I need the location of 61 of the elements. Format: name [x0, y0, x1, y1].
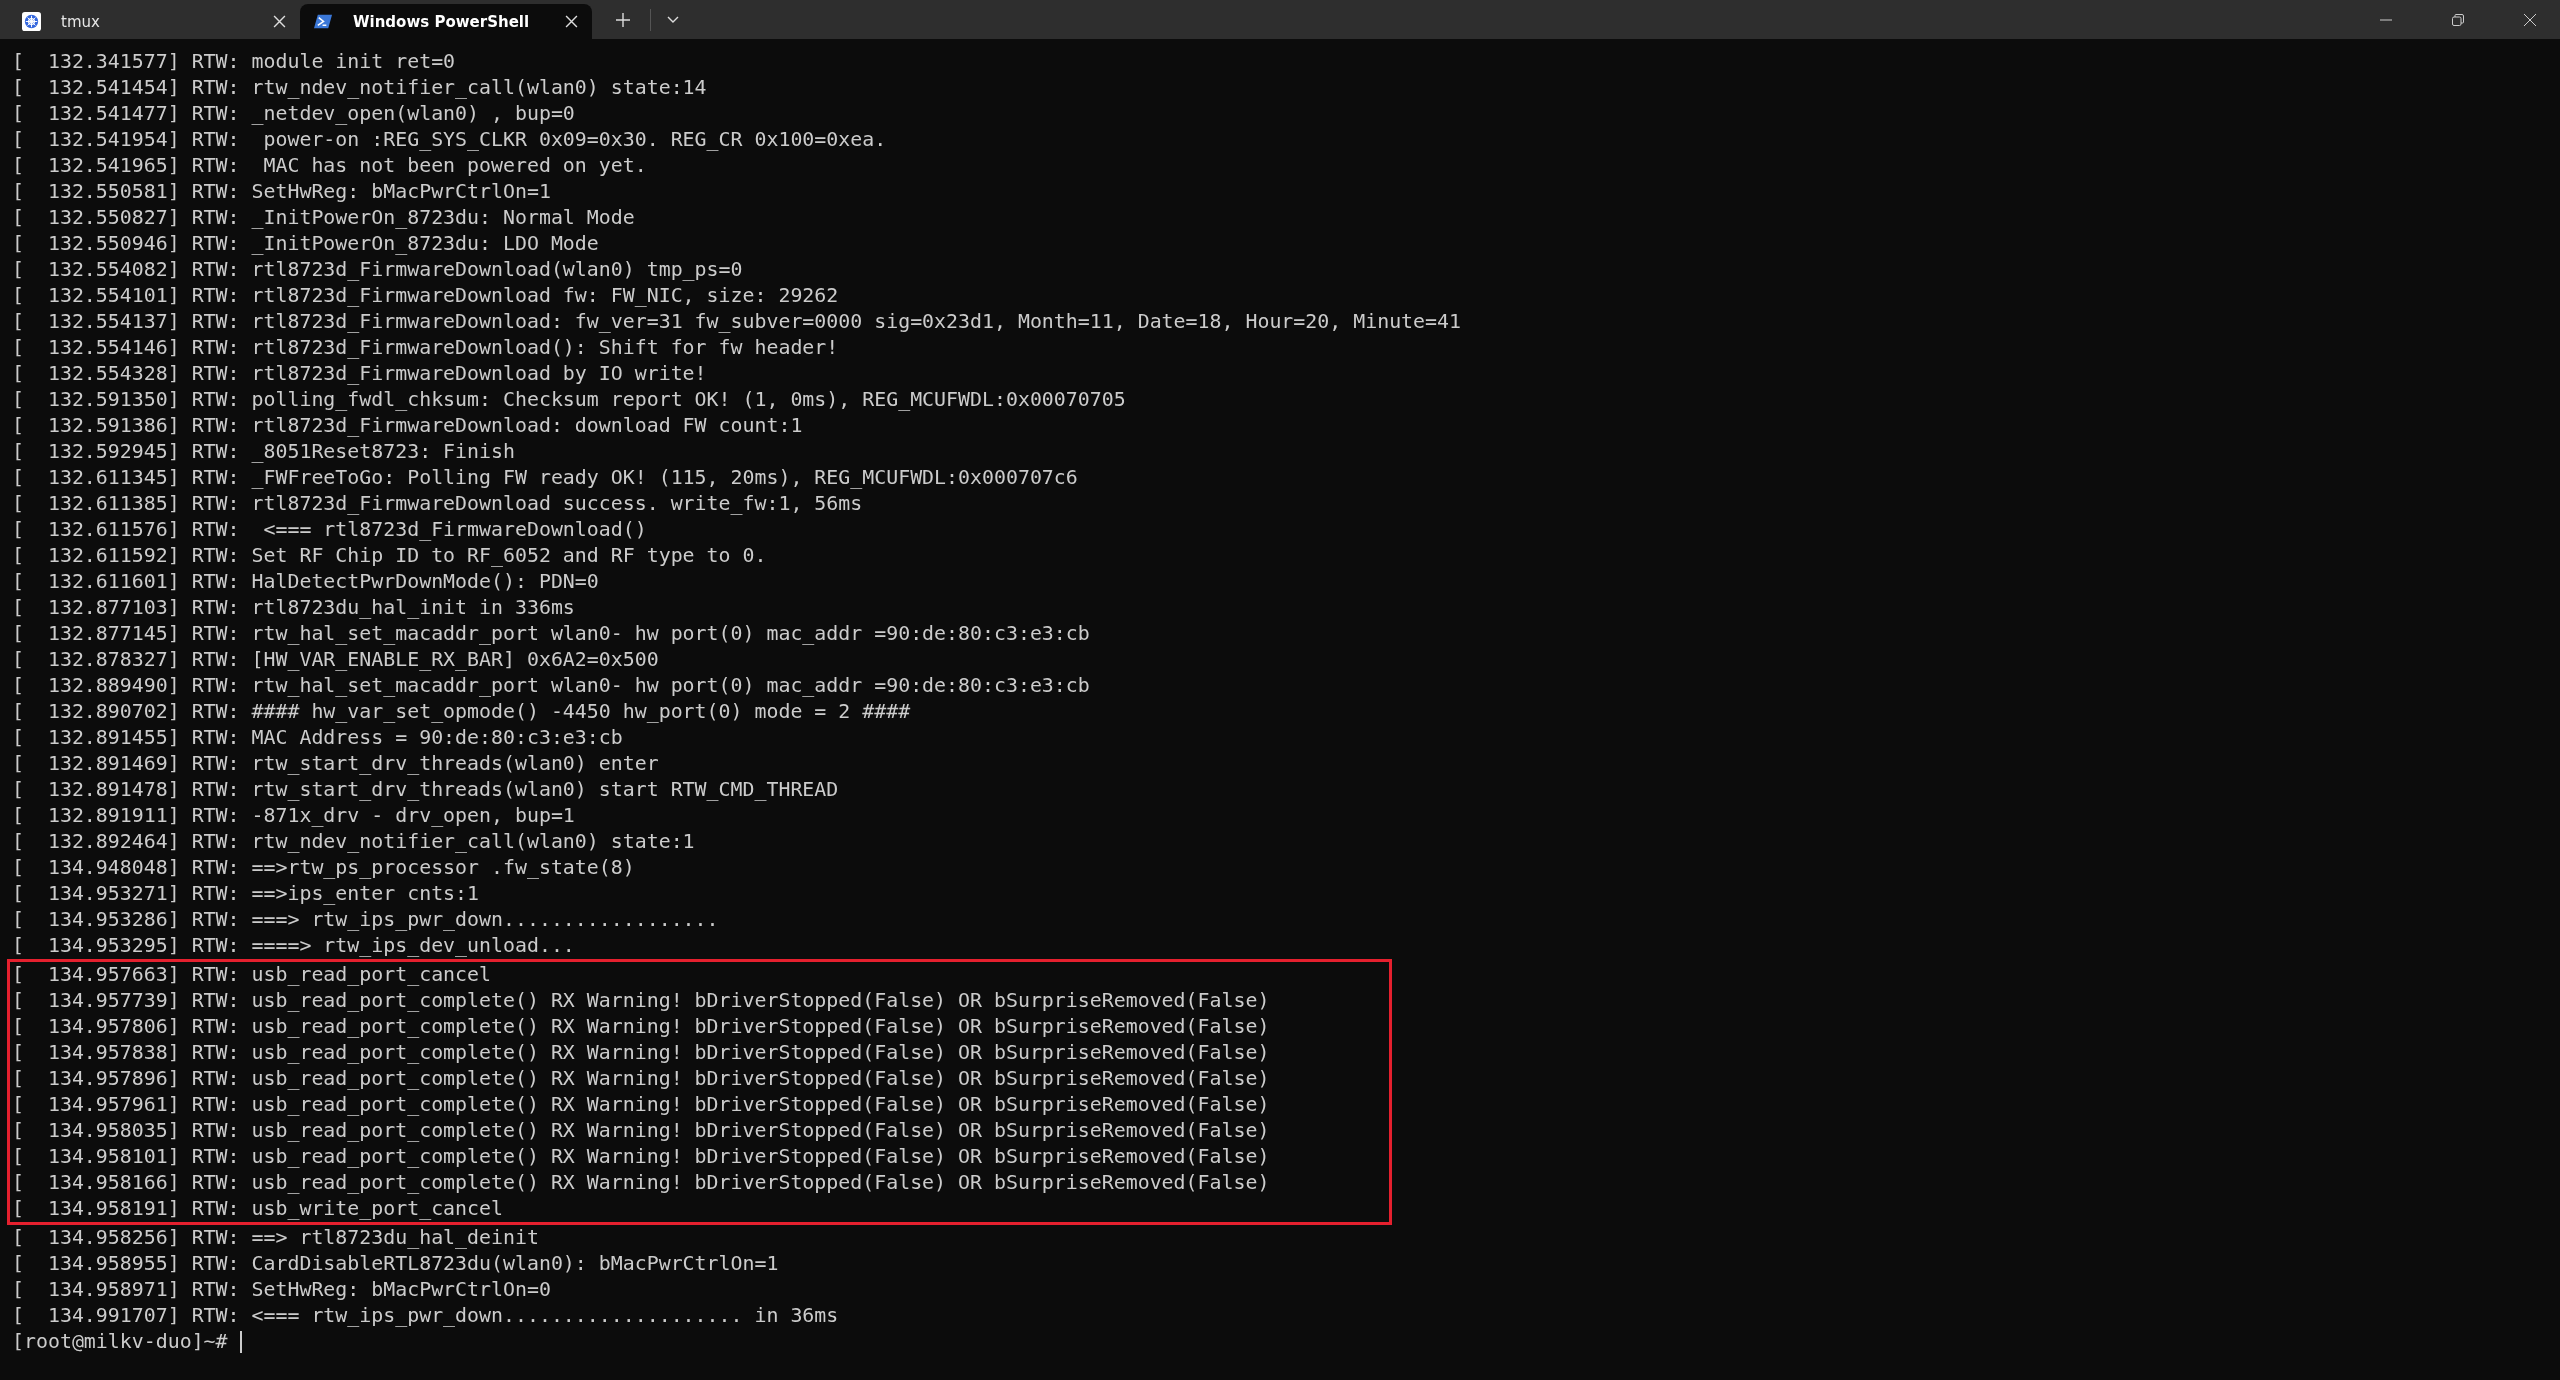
log-line: [ 134.958101] RTW: usb_read_port_complete() RX Warning! bDriverStopped(False) OR bSurpriseRemoved(False): [12, 1144, 1271, 1170]
log-line: [ 132.591350] RTW: polling_fwdl_chksum: Checksum report OK! (1, 0ms), REG_MCUFWDL:0x00070705: [12, 387, 1127, 413]
log-line: [ 134.957961] RTW: usb_read_port_complete() RX Warning! bDriverStopped(False) OR bSurpriseRemoved(False): [12, 1092, 1271, 1118]
log-line: [ 134.957739] RTW: usb_read_port_complete() RX Warning! bDriverStopped(False) OR bSurpriseRemoved(False): [12, 988, 1271, 1014]
log-line: [ 132.891911] RTW: -871x_drv - drv_open, bup=1: [12, 803, 576, 829]
log-line: [ 132.611592] RTW: Set RF Chip ID to RF_6052 and RF type to 0.: [12, 543, 768, 569]
helm-wheel-icon: [22, 12, 41, 31]
log-line: [ 132.554146] RTW: rtl8723d_FirmwareDownload(): Shift for fw header!: [12, 335, 840, 361]
log-line: [ 134.958971] RTW: SetHwReg: bMacPwrCtrlOn=0: [12, 1277, 552, 1303]
log-line: [ 134.953271] RTW: ==>ips_enter cnts:1: [12, 881, 481, 907]
log-line: [ 134.957663] RTW: usb_read_port_cancel: [12, 962, 492, 988]
log-line: [ 134.958955] RTW: CardDisableRTL8723du(wlan0): bMacPwrCtrlOn=1: [12, 1251, 780, 1277]
log-line: [ 132.891469] RTW: rtw_start_drv_threads(wlan0) enter: [12, 751, 660, 777]
log-line: [ 132.541477] RTW: _netdev_open(wlan0) , bup=0: [12, 101, 576, 127]
log-line: [ 134.957806] RTW: usb_read_port_complete() RX Warning! bDriverStopped(False) OR bSurpriseRemoved(False): [12, 1014, 1271, 1040]
powershell-icon: [314, 12, 333, 31]
log-line: [ 132.611576] RTW: <=== rtl8723d_FirmwareDownload(): [12, 517, 648, 543]
log-line: [ 134.958256] RTW: ==> rtl8723du_hal_deinit: [12, 1225, 540, 1251]
log-line: [ 132.878327] RTW: [HW_VAR_ENABLE_RX_BAR] 0x6A2=0x500: [12, 647, 660, 673]
log-line: [ 132.611345] RTW: _FWFreeToGo: Polling FW ready OK! (115, 20ms), REG_MCUFWDL:0x000707c6: [12, 465, 1079, 491]
log-line: [ 132.550946] RTW: _InitPowerOn_8723du: LDO Mode: [12, 231, 600, 257]
restore-icon[interactable]: [2451, 12, 2465, 27]
log-line: [ 134.958166] RTW: usb_read_port_complete() RX Warning! bDriverStopped(False) OR bSurpriseRemoved(False): [12, 1170, 1271, 1196]
log-line: [ 132.877145] RTW: rtw_hal_set_macaddr_port wlan0- hw port(0) mac_addr =90:de:80:c3:e3:cb: [12, 621, 1091, 647]
log-line: [ 134.957838] RTW: usb_read_port_complete() RX Warning! bDriverStopped(False) OR bSurpriseRemoved(False): [12, 1040, 1271, 1066]
log-line: [ 132.611601] RTW: HalDetectPwrDownMode(): PDN=0: [12, 569, 600, 595]
close-icon[interactable]: [565, 15, 578, 28]
shell-prompt: [root@milkv-duo]~#: [12, 1329, 228, 1355]
log-line: [ 134.991707] RTW: <=== rtw_ips_pwr_down.................... in 36ms: [12, 1303, 840, 1329]
close-icon[interactable]: [273, 15, 286, 28]
log-line: [ 134.953295] RTW: ====> rtw_ips_dev_unload...: [12, 933, 576, 959]
text-cursor: [239, 1331, 242, 1353]
log-line: [ 132.554328] RTW: rtl8723d_FirmwareDownload by IO write!: [12, 361, 708, 387]
log-line: [ 134.948048] RTW: ==>rtw_ps_processor .fw_state(8): [12, 855, 636, 881]
log-line: [ 132.554101] RTW: rtl8723d_FirmwareDownload fw: FW_NIC, size: 29262: [12, 283, 840, 309]
log-line: [ 132.592945] RTW: _8051Reset8723: Finish: [12, 439, 516, 465]
log-line: [ 132.877103] RTW: rtl8723du_hal_init in 336ms: [12, 595, 576, 621]
new-tab-icon[interactable]: [616, 12, 630, 27]
log-line: [ 132.891478] RTW: rtw_start_drv_threads(wlan0) start RTW_CMD_THREAD: [12, 777, 840, 803]
tab[interactable]: Windows PowerShell: [300, 4, 592, 39]
log-line: [ 134.958191] RTW: usb_write_port_cancel: [12, 1196, 504, 1222]
log-line: [ 132.554082] RTW: rtl8723d_FirmwareDownload(wlan0) tmp_ps=0: [12, 257, 744, 283]
log-line: [ 134.958035] RTW: usb_read_port_complete() RX Warning! bDriverStopped(False) OR bSurpriseRemoved(False): [12, 1118, 1271, 1144]
log-line: [ 132.591386] RTW: rtl8723d_FirmwareDownload: download FW count:1: [12, 413, 804, 439]
log-line: [ 132.554137] RTW: rtl8723d_FirmwareDownload: fw_ver=31 fw_subver=0000 sig=0x23d1, Month=11, Date=18, Hour=20, Minute=41: [12, 309, 1462, 335]
log-line: [ 132.889490] RTW: rtw_hal_set_macaddr_port wlan0- hw port(0) mac_addr =90:de:80:c3:e3:cb: [12, 673, 1091, 699]
tab[interactable]: tmux: [8, 4, 300, 39]
log-line: [ 132.541965] RTW: MAC has not been powered on yet.: [12, 153, 648, 179]
log-line: [ 132.550827] RTW: _InitPowerOn_8723du: Normal Mode: [12, 205, 636, 231]
log-line: [ 132.890702] RTW: #### hw_var_set_opmode() -4450 hw_port(0) mode = 2 ####: [12, 699, 912, 725]
log-line: [ 134.957896] RTW: usb_read_port_complete() RX Warning! bDriverStopped(False) OR bSurpriseRemoved(False): [12, 1066, 1271, 1092]
log-line: [ 132.611385] RTW: rtl8723d_FirmwareDownload success. write_fw:1, 56ms: [12, 491, 864, 517]
log-line: [ 132.550581] RTW: SetHwReg: bMacPwrCtrlOn=1: [12, 179, 552, 205]
log-line: [ 132.341577] RTW: module init ret=0: [12, 49, 457, 75]
log-line: [ 132.891455] RTW: MAC Address = 90:de:80:c3:e3:cb: [12, 725, 624, 751]
log-line: [ 132.892464] RTW: rtw_ndev_notifier_call(wlan0) state:1: [12, 829, 696, 855]
log-line: [ 132.541454] RTW: rtw_ndev_notifier_call(wlan0) state:14: [12, 75, 708, 101]
log-line: [ 132.541954] RTW: power-on :REG_SYS_CLKR 0x09=0x30. REG_CR 0x100=0xea.: [12, 127, 888, 153]
dropdown-icon[interactable]: [667, 15, 679, 24]
log-line: [ 134.953286] RTW: ===> rtw_ips_pwr_down..................: [12, 907, 720, 933]
close-icon[interactable]: [2523, 12, 2537, 27]
